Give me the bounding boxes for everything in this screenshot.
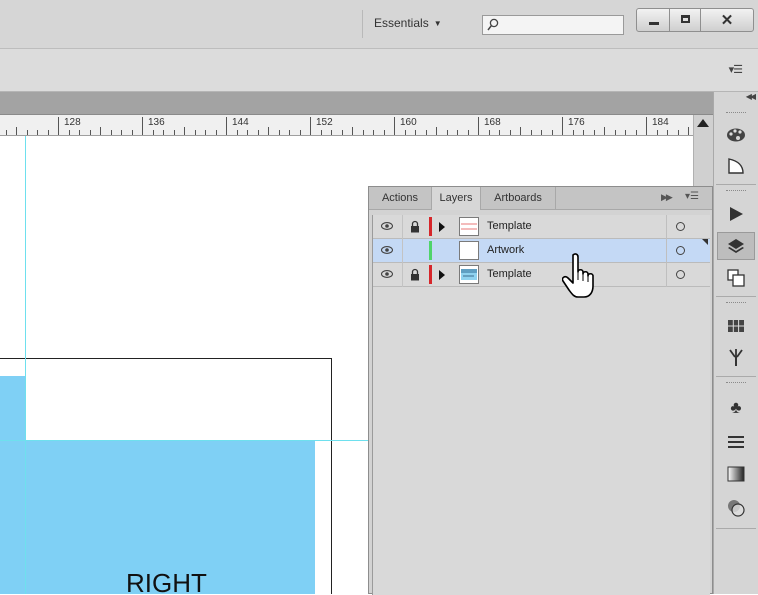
title-bar-divider <box>362 10 363 38</box>
thumbnail-red-lines <box>461 223 477 230</box>
layer-color-indicator <box>429 241 432 260</box>
ruler-label: 168 <box>484 117 501 128</box>
dock-grip[interactable] <box>726 190 746 193</box>
dock-grip[interactable] <box>726 302 746 305</box>
application-title-bar: Essentials ▼ ✕ <box>0 0 758 49</box>
layer-name[interactable]: Artwork <box>487 244 524 256</box>
panel-dock: ◀◀ ♣ <box>713 92 758 594</box>
lock-icon[interactable] <box>410 220 420 233</box>
layer-row-template-2[interactable]: Template <box>373 263 710 287</box>
dock-separator <box>716 528 756 529</box>
column-divider <box>666 239 667 263</box>
ruler-label: 152 <box>316 117 333 128</box>
layer-name[interactable]: Template <box>487 268 532 280</box>
help-search-box[interactable] <box>482 15 624 35</box>
document-tab-strip <box>0 92 713 115</box>
ruler-label: 176 <box>568 117 585 128</box>
blue-shape-left[interactable] <box>0 376 25 594</box>
control-bar-menu-icon[interactable]: ▾☰ <box>729 63 743 76</box>
layer-list: Template Artwork Template <box>372 215 710 595</box>
lock-icon[interactable] <box>410 268 420 281</box>
artboards-icon[interactable] <box>726 268 746 288</box>
close-icon: ✕ <box>720 12 734 29</box>
transparency-icon[interactable] <box>726 498 746 518</box>
ruler-label: 144 <box>232 117 249 128</box>
ruler-label: 128 <box>64 117 81 128</box>
brushes-icon[interactable] <box>726 348 746 368</box>
layers-panel: Actions Layers Artboards ▶▶ ▾☰ Template … <box>368 186 713 595</box>
target-circle-icon[interactable] <box>676 270 685 279</box>
visibility-eye-icon[interactable] <box>381 244 393 256</box>
minimize-icon <box>649 22 659 25</box>
artwork-text-right[interactable]: RIGHT <box>126 568 207 594</box>
minimize-button[interactable] <box>636 8 670 32</box>
search-icon <box>487 18 499 31</box>
layer-color-indicator <box>429 265 432 284</box>
column-divider <box>402 215 403 239</box>
layer-row-artwork[interactable]: Artwork <box>373 239 710 263</box>
column-divider <box>666 263 667 287</box>
expand-arrow-icon[interactable] <box>439 222 445 232</box>
ruler-ticks <box>6 117 689 135</box>
layer-thumbnail <box>459 265 479 284</box>
workspace-label: Essentials <box>374 16 429 30</box>
search-input[interactable] <box>503 17 623 35</box>
maximize-button[interactable] <box>669 8 701 32</box>
tab-artboards[interactable]: Artboards <box>481 187 556 209</box>
horizontal-ruler[interactable]: 128 136 144 152 160 168 176 184 <box>0 115 693 136</box>
ruler-label: 136 <box>148 117 165 128</box>
expand-arrow-icon[interactable] <box>439 270 445 280</box>
collapse-panel-icon[interactable]: ▶▶ <box>661 192 673 203</box>
thumbnail-image-preview <box>461 269 477 280</box>
column-divider <box>402 239 403 263</box>
layer-thumbnail <box>459 217 479 236</box>
target-circle-icon[interactable] <box>676 222 685 231</box>
collapse-dock-icon[interactable]: ◀◀ <box>746 92 756 101</box>
layer-color-indicator <box>429 217 432 236</box>
color-guide-icon[interactable] <box>726 156 746 176</box>
stroke-icon[interactable] <box>726 432 746 452</box>
hand-pointer-cursor-icon <box>562 253 594 298</box>
ruler-label: 184 <box>652 117 669 128</box>
column-divider <box>666 215 667 239</box>
gradient-icon[interactable] <box>726 464 746 484</box>
play-actions-icon[interactable] <box>726 204 746 224</box>
panel-menu-icon[interactable]: ▾☰ <box>685 191 699 202</box>
color-palette-icon[interactable] <box>726 124 746 144</box>
tab-layers[interactable]: Layers <box>432 187 481 210</box>
dock-separator <box>716 296 756 297</box>
scroll-up-arrow-icon[interactable] <box>697 119 709 127</box>
close-button[interactable]: ✕ <box>700 8 754 32</box>
panel-tab-bar: Actions Layers Artboards ▶▶ ▾☰ <box>369 187 712 210</box>
layer-name[interactable]: Template <box>487 220 532 232</box>
control-bar: ▾☰ <box>0 49 758 92</box>
horizontal-guide[interactable] <box>0 440 370 441</box>
swatches-icon[interactable] <box>726 316 746 336</box>
dock-separator <box>716 376 756 377</box>
layers-icon[interactable] <box>726 236 746 256</box>
layer-thumbnail <box>459 241 479 260</box>
current-layer-indicator-icon <box>702 239 708 245</box>
dock-grip[interactable] <box>726 112 746 115</box>
visibility-eye-icon[interactable] <box>381 268 393 280</box>
target-circle-icon[interactable] <box>676 246 685 255</box>
dock-grip[interactable] <box>726 382 746 385</box>
ruler-label: 160 <box>400 117 417 128</box>
dock-separator <box>716 184 756 185</box>
tab-actions[interactable]: Actions <box>369 187 432 209</box>
layer-row-template-1[interactable]: Template <box>373 215 710 239</box>
workspace-switcher[interactable]: Essentials ▼ <box>374 16 442 36</box>
chevron-down-icon: ▼ <box>433 19 442 28</box>
vertical-guide[interactable] <box>25 136 26 594</box>
column-divider <box>402 263 403 287</box>
maximize-icon <box>681 15 690 23</box>
visibility-eye-icon[interactable] <box>381 220 393 232</box>
symbols-icon[interactable]: ♣ <box>726 398 746 418</box>
